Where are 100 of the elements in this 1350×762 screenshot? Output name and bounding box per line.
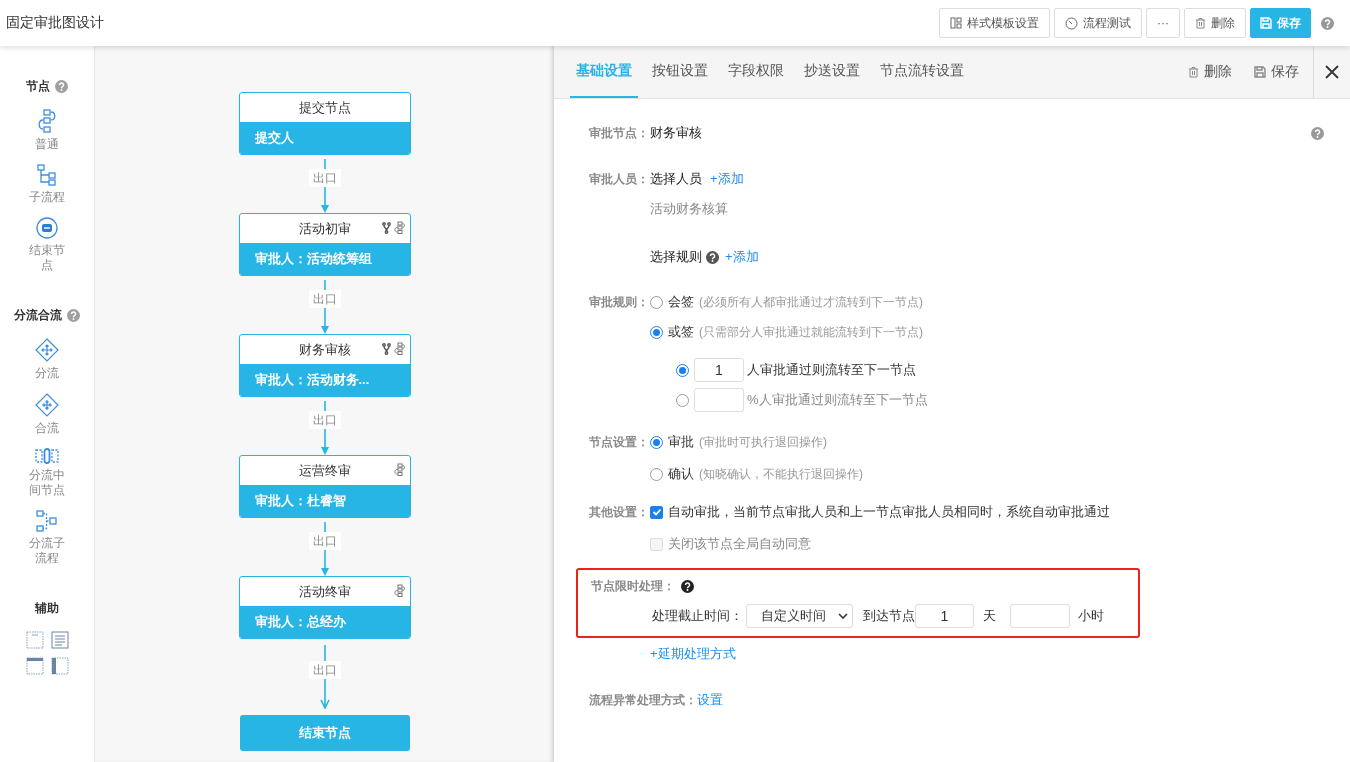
option-hint: (知晓确认，不能执行退回操作) xyxy=(699,465,863,483)
node-icon[interactable] xyxy=(392,584,405,597)
option-label[interactable]: 或签 xyxy=(668,323,694,341)
node-title: 提交节点 xyxy=(298,100,351,115)
radio-button[interactable] xyxy=(650,325,663,339)
exit-label: 出口 xyxy=(308,290,341,308)
node-approver: 审批人：杜睿智 xyxy=(239,485,410,517)
trash-icon xyxy=(1195,17,1206,29)
title-bar-icon[interactable] xyxy=(25,657,44,675)
add-link[interactable]: +添加 xyxy=(710,170,744,188)
exit-label: 出口 xyxy=(308,411,341,429)
stop-icon xyxy=(36,217,58,239)
palette-item[interactable]: 普通 xyxy=(28,137,66,152)
floppy-icon xyxy=(1254,66,1266,78)
palette-item[interactable]: 分流子流程 xyxy=(28,536,66,566)
flow-node[interactable]: 运营终审 审批人：杜睿智 xyxy=(238,455,411,518)
settings-tab[interactable]: 节点流转设置 xyxy=(874,46,970,98)
unit-label: 天 xyxy=(983,607,996,625)
settings-tab[interactable]: 字段权限 xyxy=(722,46,790,98)
help-icon[interactable] xyxy=(706,250,719,264)
node-name: 财务审核 xyxy=(650,124,702,142)
diamond-icon xyxy=(35,338,59,362)
field-label: 审批人员： xyxy=(589,170,650,188)
node-approver: 审批人：活动统筹组 xyxy=(239,243,410,275)
floppy-icon xyxy=(1260,17,1272,29)
exit-label: 出口 xyxy=(308,661,341,679)
delay-link[interactable]: +延期处理方式 xyxy=(650,645,736,663)
unit-label: 小时 xyxy=(1078,607,1104,625)
close-icon xyxy=(1325,65,1339,79)
diamond-icon xyxy=(35,393,59,417)
node-approver: 提交人 xyxy=(239,122,410,154)
select-people-label: 选择人员 xyxy=(650,170,702,188)
chevron-down-icon xyxy=(838,613,848,619)
more-button[interactable]: ··· xyxy=(1146,8,1180,38)
add-link[interactable]: +添加 xyxy=(725,248,759,266)
save-button[interactable]: 保存 xyxy=(1254,63,1299,81)
time-type-dropdown[interactable]: 自定义时间 xyxy=(746,604,853,628)
template-button[interactable]: 样式模板设置 xyxy=(939,8,1050,38)
flow-node[interactable]: 活动初审 审批人：活动统筹组 xyxy=(238,213,411,276)
radio-button[interactable] xyxy=(650,295,663,309)
palette-item[interactable]: 分流中间节点 xyxy=(28,468,66,498)
node-icon[interactable] xyxy=(392,342,405,355)
palette-item[interactable]: 子流程 xyxy=(28,190,66,205)
fork-icon[interactable] xyxy=(381,221,391,234)
count-field[interactable]: 1 xyxy=(694,358,744,382)
tree-icon xyxy=(37,164,57,186)
option-hint: (只需部分人审批通过就能流转到下一节点) xyxy=(699,323,923,341)
settings-tab[interactable]: 抄送设置 xyxy=(798,46,866,98)
option-label[interactable]: 确认 xyxy=(668,465,694,483)
settings-link[interactable]: 设置 xyxy=(697,691,723,709)
node-icon[interactable] xyxy=(392,221,405,234)
template-icon xyxy=(950,17,962,29)
node-approver: 审批人：总经办 xyxy=(239,606,410,638)
field-label: 审批节点： xyxy=(589,124,650,142)
checkbox-label[interactable]: 自动审批，当前节点审批人员和上一节点审批人员相同时，系统自动审批通过 xyxy=(668,503,1110,521)
days-field[interactable]: 1 xyxy=(915,604,974,628)
option-label[interactable]: 会签 xyxy=(668,293,694,311)
palette-item[interactable]: 合流 xyxy=(28,421,66,436)
node-title: 活动初审 xyxy=(298,221,351,236)
settings-tab[interactable]: 按钮设置 xyxy=(646,46,714,98)
field-label: 流程异常处理方式： xyxy=(589,691,697,709)
option-hint: (必须所有人都审批通过才流转到下一节点) xyxy=(699,293,923,311)
option-label[interactable]: 审批 xyxy=(668,433,694,451)
flow-node[interactable]: 财务审核 审批人：活动财务... xyxy=(238,334,411,397)
side-bar-icon[interactable] xyxy=(50,657,69,675)
palette-heading: 节点 xyxy=(26,78,50,95)
option-text: %人审批通过则流转至下一节点 xyxy=(747,391,928,409)
radio-button[interactable] xyxy=(650,435,663,449)
hours-field[interactable] xyxy=(1010,604,1070,628)
option-text: 人审批通过则流转至下一节点 xyxy=(747,361,916,379)
fork-icon[interactable] xyxy=(381,342,391,355)
palette-item[interactable]: 结束节点 xyxy=(28,243,66,273)
middle-node-icon xyxy=(35,448,59,464)
help-icon[interactable] xyxy=(681,579,694,593)
palette-item[interactable]: 分流 xyxy=(28,366,66,381)
delete-button[interactable]: 删除 xyxy=(1188,63,1232,81)
node-icon xyxy=(36,109,58,133)
checkbox[interactable] xyxy=(650,505,663,519)
radio-button[interactable] xyxy=(650,467,663,481)
flow-node[interactable]: 活动终审 审批人：总经办 xyxy=(238,576,411,639)
deadline-label: 处理截止时间： xyxy=(652,607,743,625)
count-field[interactable] xyxy=(694,388,744,412)
field-label: 节点设置： xyxy=(589,433,650,451)
clock-icon xyxy=(1065,16,1078,30)
delete-button[interactable]: 删除 xyxy=(1184,8,1246,38)
flow-node[interactable]: 提交节点 提交人 xyxy=(238,92,411,155)
approver-name: 活动财务核算 xyxy=(650,200,728,218)
option-hint: (审批时可执行退回操作) xyxy=(699,433,827,451)
reach-label: 到达节点 xyxy=(863,607,915,625)
node-title: 财务审核 xyxy=(298,342,351,357)
palette-heading: 辅助 xyxy=(35,600,59,617)
field-label: 审批规则： xyxy=(589,293,650,311)
select-rule-label: 选择规则 xyxy=(650,248,702,266)
radio-button[interactable] xyxy=(676,363,689,377)
palette-heading: 分流合流 xyxy=(14,307,62,324)
field-label: 其他设置： xyxy=(589,503,650,521)
subflow-icon xyxy=(36,510,58,532)
node-title: 运营终审 xyxy=(298,463,351,478)
test-button[interactable]: 流程测试 xyxy=(1054,8,1142,38)
node-icon[interactable] xyxy=(392,463,405,476)
